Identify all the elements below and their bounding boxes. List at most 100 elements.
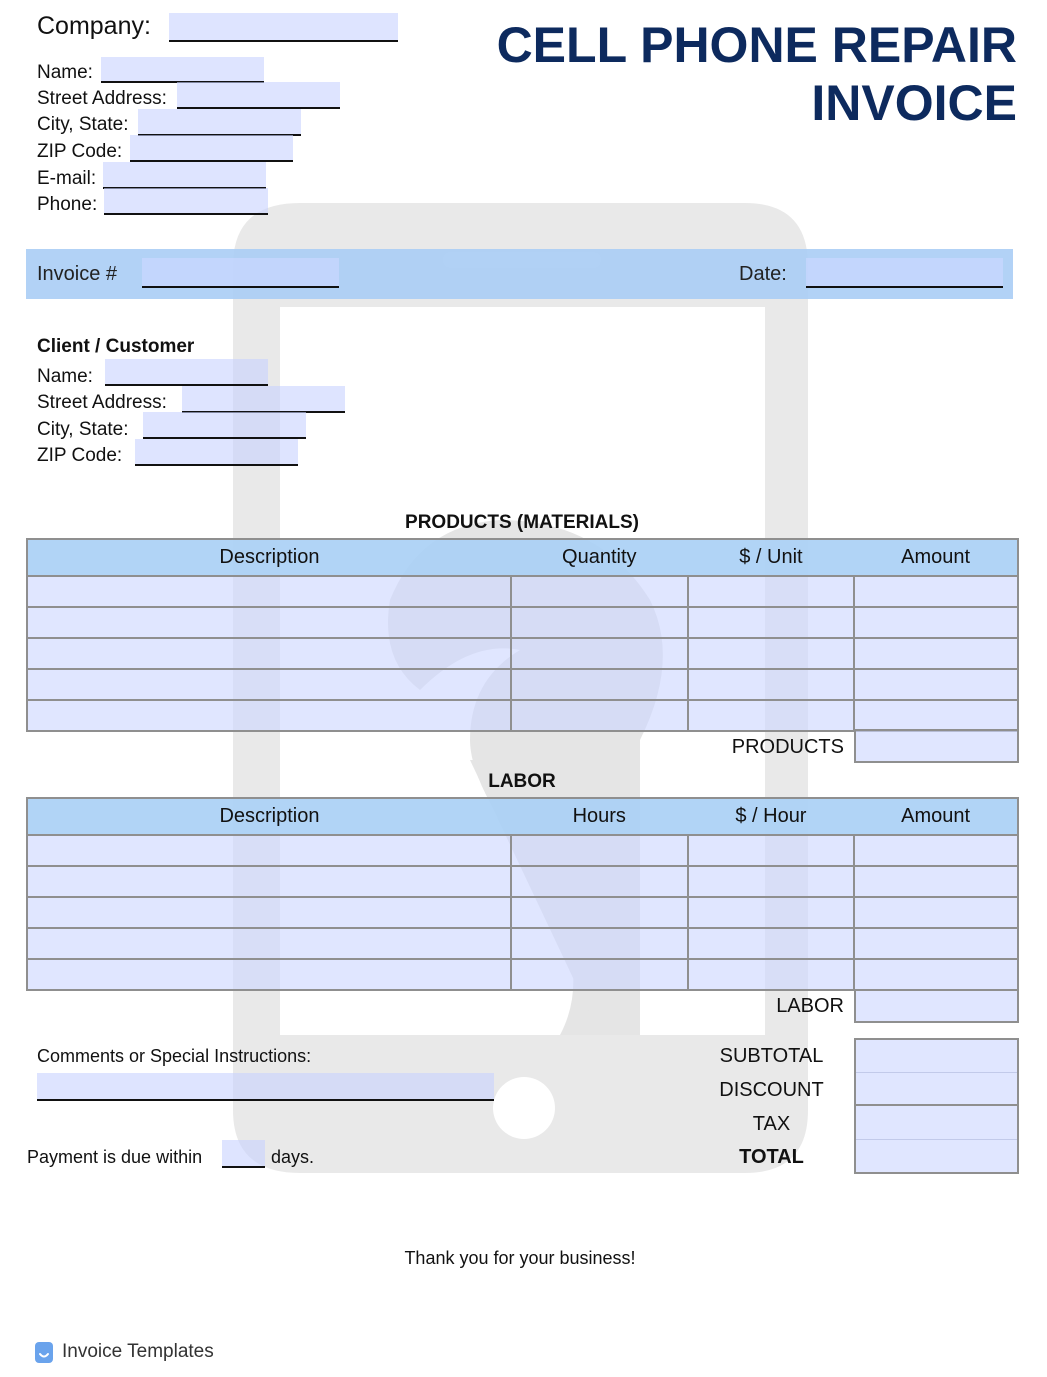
sender-phone-field[interactable] [104, 188, 268, 215]
products-quantity-cell[interactable] [509, 637, 689, 670]
products-quantity-cell[interactable] [509, 606, 689, 639]
products-description-cell[interactable] [26, 637, 512, 670]
products-col-amount: Amount [854, 538, 1019, 577]
products-total-label: PRODUCTS [731, 736, 844, 758]
labor-description-cell[interactable] [26, 958, 512, 991]
comments-label: Comments or Special Instructions: [37, 1046, 312, 1066]
table-row [26, 958, 1019, 991]
labor-col-hours: Hours [510, 797, 688, 836]
sender-street-field[interactable] [177, 82, 340, 109]
labor-rate-cell[interactable] [686, 834, 856, 867]
discount-label: DISCOUNT [719, 1079, 824, 1101]
products-amount-cell[interactable] [853, 575, 1019, 608]
products-description-cell[interactable] [26, 668, 512, 701]
payment-terms-prefix: Payment is due within [27, 1147, 203, 1167]
client-street-field[interactable] [182, 386, 345, 413]
table-row [26, 699, 1019, 732]
labor-hours-cell[interactable] [509, 896, 689, 929]
date-field[interactable] [806, 258, 1003, 288]
sender-street-label: Street Address: [37, 88, 167, 109]
labor-hours-cell[interactable] [509, 834, 689, 867]
products-col-quantity: Quantity [510, 538, 688, 577]
products-description-cell[interactable] [26, 606, 512, 639]
labor-hours-cell[interactable] [509, 958, 689, 991]
table-row [26, 668, 1019, 701]
products-description-cell[interactable] [26, 575, 512, 608]
products-amount-cell[interactable] [853, 699, 1019, 732]
products-amount-cell[interactable] [853, 606, 1019, 639]
labor-rate-cell[interactable] [686, 896, 856, 929]
products-quantity-cell[interactable] [509, 699, 689, 732]
labor-description-cell[interactable] [26, 896, 512, 929]
labor-col-rate: $ / Hour [687, 797, 855, 836]
labor-rate-cell[interactable] [686, 927, 856, 960]
sender-email-field[interactable] [103, 162, 266, 189]
labor-amount-cell[interactable] [853, 927, 1019, 960]
products-unit-price-cell[interactable] [686, 575, 856, 608]
labor-col-amount: Amount [854, 797, 1019, 836]
thank-you-message: Thank you for your business! [404, 1248, 636, 1268]
products-amount-cell[interactable] [853, 637, 1019, 670]
company-label: Company: [37, 12, 151, 40]
company-field[interactable] [169, 13, 398, 42]
products-description-cell[interactable] [26, 699, 512, 732]
subtotal-field[interactable] [854, 1038, 1019, 1073]
products-quantity-cell[interactable] [509, 575, 689, 608]
products-heading: PRODUCTS (MATERIALS) [405, 512, 639, 533]
labor-amount-cell[interactable] [853, 865, 1019, 898]
labor-amount-cell[interactable] [853, 834, 1019, 867]
products-unit-price-cell[interactable] [686, 699, 856, 732]
subtotal-label: SUBTOTAL [719, 1045, 824, 1067]
client-zip-field[interactable] [135, 439, 298, 466]
table-row [26, 606, 1019, 639]
client-city-field[interactable] [143, 412, 306, 439]
invoice-number-field[interactable] [142, 258, 339, 288]
sender-phone-label: Phone: [37, 194, 98, 215]
table-row [26, 575, 1019, 608]
labor-rate-cell[interactable] [686, 958, 856, 991]
client-name-field[interactable] [105, 359, 268, 386]
products-unit-price-cell[interactable] [686, 637, 856, 670]
tax-field[interactable] [854, 1106, 1019, 1140]
sender-name-field[interactable] [101, 57, 264, 83]
products-col-description: Description [26, 538, 511, 577]
sender-city-field[interactable] [138, 109, 301, 136]
brand-name: Invoice Templates [62, 1341, 214, 1362]
labor-total-field[interactable] [854, 989, 1019, 1023]
labor-rate-cell[interactable] [686, 865, 856, 898]
discount-field[interactable] [854, 1072, 1019, 1106]
client-street-label: Street Address: [37, 392, 167, 413]
date-label: Date: [739, 263, 787, 285]
sender-zip-field[interactable] [130, 135, 293, 162]
invoice-title-line2: INVOICE [811, 75, 1017, 131]
labor-description-cell[interactable] [26, 865, 512, 898]
labor-hours-cell[interactable] [509, 865, 689, 898]
tax-label: TAX [752, 1113, 791, 1135]
payment-days-field[interactable] [222, 1140, 265, 1168]
sender-zip-label: ZIP Code: [37, 141, 123, 162]
labor-total-label: LABOR [776, 995, 844, 1017]
comments-field[interactable] [37, 1073, 494, 1101]
products-unit-price-cell[interactable] [686, 668, 856, 701]
sender-email-label: E-mail: [37, 168, 97, 189]
products-col-unit-price: $ / Unit [687, 538, 855, 577]
table-row [26, 834, 1019, 867]
invoice-templates-logo-icon [35, 1342, 53, 1363]
labor-table: Description Hours $ / Hour Amount [26, 797, 1019, 991]
products-quantity-cell[interactable] [509, 668, 689, 701]
total-label: TOTAL [739, 1146, 804, 1168]
total-field[interactable] [854, 1139, 1019, 1174]
invoice-title-line1: CELL PHONE REPAIR [496, 17, 1017, 73]
products-total-field[interactable] [854, 729, 1019, 763]
labor-description-cell[interactable] [26, 834, 512, 867]
labor-amount-cell[interactable] [853, 896, 1019, 929]
sender-name-label: Name: [37, 62, 93, 83]
products-unit-price-cell[interactable] [686, 606, 856, 639]
labor-amount-cell[interactable] [853, 958, 1019, 991]
table-row [26, 896, 1019, 929]
products-amount-cell[interactable] [853, 668, 1019, 701]
client-city-label: City, State: [37, 419, 129, 440]
table-row [26, 637, 1019, 670]
labor-description-cell[interactable] [26, 927, 512, 960]
labor-hours-cell[interactable] [509, 927, 689, 960]
